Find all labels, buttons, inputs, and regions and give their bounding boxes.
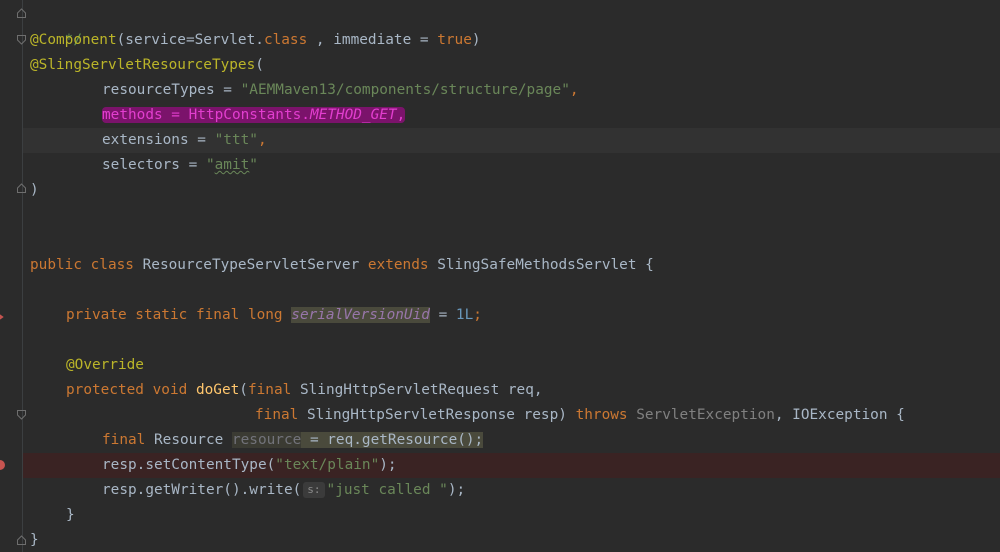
code-line-doget: protected void doGet(final SlingHttpServ… bbox=[66, 378, 543, 403]
get-resource-call: = req.getResource(); bbox=[301, 432, 484, 448]
code-editor[interactable]: o */ @Component(service=Servlet.class , … bbox=[0, 0, 1000, 552]
keyword-class: class bbox=[263, 32, 308, 48]
code-line-6: extensions = "ttt", bbox=[102, 128, 267, 153]
override-method-icon[interactable]: o bbox=[0, 384, 4, 394]
semicolon: ; bbox=[473, 307, 482, 323]
annotation-resource-types: @SlingServletResourceTypes bbox=[30, 57, 256, 73]
annotation-override: @Override bbox=[66, 357, 144, 373]
methods-key: methods = HttpConstants. bbox=[102, 107, 310, 123]
code-line-content-type: resp.setContentType("text/plain"); bbox=[102, 453, 397, 478]
keyword-public-class: public class bbox=[30, 257, 134, 273]
extensions-key: extensions = bbox=[102, 132, 215, 148]
keyword-protected-void: protected void bbox=[66, 382, 188, 398]
selectors-key: selectors = bbox=[102, 157, 206, 173]
quote: " bbox=[249, 157, 258, 173]
unused-variable-resource: resource bbox=[231, 432, 302, 448]
fold-start-icon[interactable] bbox=[17, 410, 26, 420]
writer-write-call: resp.getWriter().write( bbox=[102, 482, 302, 498]
code-line-2: @Component(service=Servlet.class , immed… bbox=[30, 28, 481, 53]
fold-end-icon[interactable] bbox=[17, 8, 26, 18]
set-content-type-call: resp.setContentType( bbox=[102, 457, 276, 473]
keyword-extends: extends bbox=[367, 257, 429, 273]
keyword-final: final bbox=[255, 407, 299, 423]
fold-start-icon[interactable] bbox=[17, 35, 26, 45]
code-line-class-close: } bbox=[30, 528, 39, 552]
code-line-doget-params: final SlingHttpServletResponse resp) thr… bbox=[255, 403, 905, 428]
code-line-class-decl: public class ResourceTypeServletServer e… bbox=[30, 253, 654, 278]
code-line-method-close: } bbox=[66, 503, 75, 528]
breakpoint-icon[interactable] bbox=[0, 460, 5, 470]
call-close: ); bbox=[379, 457, 397, 473]
serial-value: 1L bbox=[455, 307, 474, 323]
type-resource: Resource bbox=[145, 432, 232, 448]
code-line-3: @SlingServletResourceTypes( bbox=[30, 53, 264, 78]
assign: = bbox=[429, 307, 456, 323]
content-type-value: "text/plain" bbox=[275, 457, 380, 473]
keyword-final: final bbox=[247, 382, 292, 398]
comma: , bbox=[257, 132, 267, 148]
paren-close: ) bbox=[471, 32, 481, 48]
class-name: ResourceTypeServletServer bbox=[133, 257, 368, 273]
code-line-4: resourceTypes = "AEMMaven13/components/s… bbox=[102, 78, 579, 103]
paren-close: ) bbox=[30, 182, 39, 198]
keyword-final: final bbox=[102, 432, 146, 448]
serial-version-field: serialVersionUid bbox=[291, 307, 430, 323]
fold-end-icon[interactable] bbox=[17, 183, 26, 193]
parameter-hint: s: bbox=[303, 482, 325, 498]
call-close: ); bbox=[447, 482, 466, 498]
superclass: SlingSafeMethodsServlet { bbox=[428, 257, 654, 273]
param-request: SlingHttpServletRequest req, bbox=[291, 382, 543, 398]
annotation-component: @Component bbox=[30, 32, 117, 48]
keyword-private-static-final-long: private static final long bbox=[66, 307, 283, 323]
write-value: "just called " bbox=[326, 482, 448, 498]
keyword-throws: throws bbox=[575, 407, 628, 423]
paren-open: ( bbox=[255, 57, 264, 73]
code-line-override: @Override bbox=[66, 353, 144, 378]
code-line-resource: final Resource resource = req.getResourc… bbox=[102, 428, 484, 453]
code-line-write: resp.getWriter().write(s: "just called ")… bbox=[102, 478, 465, 503]
brace-close: } bbox=[30, 532, 39, 548]
quote: " bbox=[205, 157, 215, 173]
methods-const: METHOD_GET bbox=[309, 107, 397, 123]
extensions-value: "ttt" bbox=[214, 132, 258, 148]
exception-servlet: ServletException bbox=[636, 407, 775, 423]
highlighted-methods-line: methods = HttpConstants.METHOD_GET, bbox=[102, 107, 406, 123]
code-line-7: selectors = "amit" bbox=[102, 153, 258, 178]
paren-open: ( bbox=[239, 382, 248, 398]
keyword-true: true bbox=[437, 32, 472, 48]
selectors-value: amit bbox=[214, 157, 250, 173]
annotation-args-2: , immediate = bbox=[307, 32, 438, 48]
annotation-args: (service=Servlet. bbox=[116, 32, 264, 48]
exception-io: , IOException { bbox=[774, 407, 905, 423]
comma: , bbox=[396, 107, 406, 123]
resource-types-key: resourceTypes = bbox=[102, 82, 241, 98]
code-line-1: */ bbox=[30, 3, 82, 48]
fold-end-icon[interactable] bbox=[17, 535, 26, 545]
code-line-8: ) bbox=[30, 178, 39, 203]
code-line-5: methods = HttpConstants.METHOD_GET, bbox=[102, 103, 406, 128]
param-response: SlingHttpServletResponse resp) bbox=[298, 407, 576, 423]
comma: , bbox=[569, 82, 579, 98]
resource-types-value: "AEMMaven13/components/structure/page" bbox=[240, 82, 570, 98]
code-line-serial: private static final long serialVersionU… bbox=[66, 303, 482, 328]
breakpoint-warning-icon[interactable] bbox=[0, 310, 5, 320]
method-name-doget: doGet bbox=[195, 382, 240, 398]
brace-close: } bbox=[66, 507, 75, 523]
